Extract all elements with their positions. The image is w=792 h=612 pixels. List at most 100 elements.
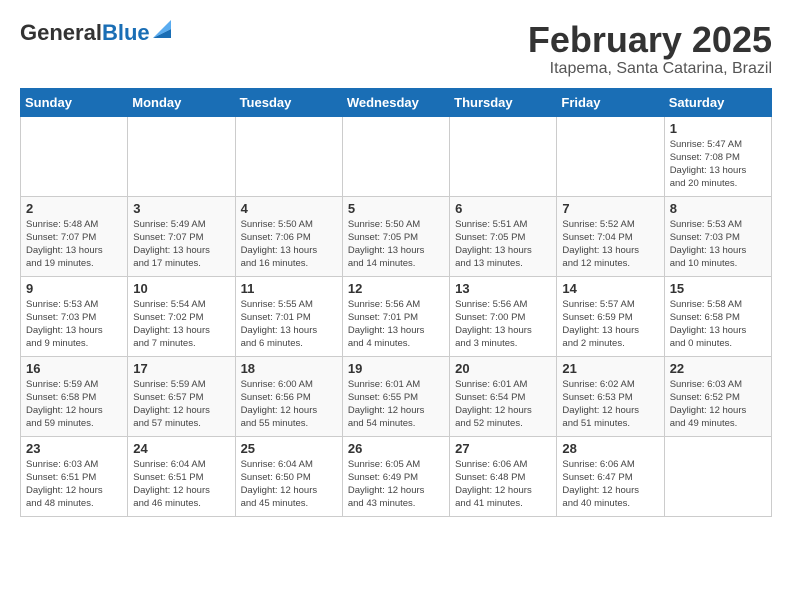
calendar-cell: 28 Sunrise: 6:06 AM Sunset: 6:47 PM Dayli… bbox=[557, 436, 664, 516]
week-row-2: 2 Sunrise: 5:48 AM Sunset: 7:07 PM Daylig… bbox=[21, 196, 772, 276]
day-number: 15 bbox=[670, 281, 766, 296]
day-number: 2 bbox=[26, 201, 122, 216]
calendar-cell: 19Sunrise: 6:01 AM Sunset: 6:55 PM Dayli… bbox=[342, 356, 449, 436]
logo-blue-text: Blue bbox=[102, 20, 150, 46]
weekday-header-saturday: Saturday bbox=[664, 88, 771, 116]
day-number: 17 bbox=[133, 361, 229, 376]
week-row-1: 1 Sunrise: 5:47 AM Sunset: 7:08 PM Daylig… bbox=[21, 116, 772, 196]
weekday-header-thursday: Thursday bbox=[450, 88, 557, 116]
calendar-cell: 3 Sunrise: 5:49 AM Sunset: 7:07 PM Daylig… bbox=[128, 196, 235, 276]
week-row-5: 23 Sunrise: 6:03 AM Sunset: 6:51 PM Dayli… bbox=[21, 436, 772, 516]
calendar-cell: 26 Sunrise: 6:05 AM Sunset: 6:49 PM Dayli… bbox=[342, 436, 449, 516]
calendar-cell: 8 Sunrise: 5:53 AM Sunset: 7:03 PM Daylig… bbox=[664, 196, 771, 276]
day-number: 21 bbox=[562, 361, 658, 376]
day-info: Sunrise: 5:49 AM Sunset: 7:07 PM Dayligh… bbox=[133, 218, 229, 271]
day-info: Sunrise: 5:56 AM Sunset: 7:01 PM Dayligh… bbox=[348, 298, 444, 351]
day-number: 4 bbox=[241, 201, 337, 216]
calendar-cell: 5 Sunrise: 5:50 AM Sunset: 7:05 PM Daylig… bbox=[342, 196, 449, 276]
calendar-cell: 21 Sunrise: 6:02 AM Sunset: 6:53 PM Dayli… bbox=[557, 356, 664, 436]
day-number: 3 bbox=[133, 201, 229, 216]
day-number: 19 bbox=[348, 361, 444, 376]
calendar-cell: 15 Sunrise: 5:58 AM Sunset: 6:58 PM Dayli… bbox=[664, 276, 771, 356]
day-info: Sunrise: 5:48 AM Sunset: 7:07 PM Dayligh… bbox=[26, 218, 122, 271]
calendar-cell: 20 Sunrise: 6:01 AM Sunset: 6:54 PM Dayli… bbox=[450, 356, 557, 436]
calendar-cell bbox=[128, 116, 235, 196]
day-info: Sunrise: 5:51 AM Sunset: 7:05 PM Dayligh… bbox=[455, 218, 551, 271]
day-info: Sunrise: 6:06 AM Sunset: 6:47 PM Dayligh… bbox=[562, 458, 658, 511]
logo-icon bbox=[153, 20, 171, 43]
calendar-cell: 6 Sunrise: 5:51 AM Sunset: 7:05 PM Daylig… bbox=[450, 196, 557, 276]
day-number: 5 bbox=[348, 201, 444, 216]
day-info: Sunrise: 5:59 AM Sunset: 6:58 PM Dayligh… bbox=[26, 378, 122, 431]
day-info: Sunrise: 6:03 AM Sunset: 6:52 PM Dayligh… bbox=[670, 378, 766, 431]
day-number: 13 bbox=[455, 281, 551, 296]
day-number: 12 bbox=[348, 281, 444, 296]
day-number: 7 bbox=[562, 201, 658, 216]
day-info: Sunrise: 6:05 AM Sunset: 6:49 PM Dayligh… bbox=[348, 458, 444, 511]
day-number: 24 bbox=[133, 441, 229, 456]
day-info: Sunrise: 6:01 AM Sunset: 6:54 PM Dayligh… bbox=[455, 378, 551, 431]
calendar-cell bbox=[21, 116, 128, 196]
weekday-header-row: SundayMondayTuesdayWednesdayThursdayFrid… bbox=[21, 88, 772, 116]
day-number: 23 bbox=[26, 441, 122, 456]
calendar-cell bbox=[664, 436, 771, 516]
day-number: 10 bbox=[133, 281, 229, 296]
week-row-3: 9 Sunrise: 5:53 AM Sunset: 7:03 PM Daylig… bbox=[21, 276, 772, 356]
logo: General Blue bbox=[20, 20, 171, 46]
day-number: 22 bbox=[670, 361, 766, 376]
calendar-cell: 17 Sunrise: 5:59 AM Sunset: 6:57 PM Dayli… bbox=[128, 356, 235, 436]
week-row-4: 16Sunrise: 5:59 AM Sunset: 6:58 PM Dayli… bbox=[21, 356, 772, 436]
location-text: Itapema, Santa Catarina, Brazil bbox=[528, 60, 772, 78]
day-info: Sunrise: 5:56 AM Sunset: 7:00 PM Dayligh… bbox=[455, 298, 551, 351]
day-info: Sunrise: 6:00 AM Sunset: 6:56 PM Dayligh… bbox=[241, 378, 337, 431]
day-number: 1 bbox=[670, 121, 766, 136]
calendar-cell: 22 Sunrise: 6:03 AM Sunset: 6:52 PM Dayli… bbox=[664, 356, 771, 436]
calendar-cell: 18 Sunrise: 6:00 AM Sunset: 6:56 PM Dayli… bbox=[235, 356, 342, 436]
calendar-cell bbox=[450, 116, 557, 196]
day-info: Sunrise: 6:04 AM Sunset: 6:50 PM Dayligh… bbox=[241, 458, 337, 511]
day-info: Sunrise: 5:50 AM Sunset: 7:05 PM Dayligh… bbox=[348, 218, 444, 271]
page-header: General Blue February 2025 Itapema, Sant… bbox=[20, 20, 772, 78]
weekday-header-friday: Friday bbox=[557, 88, 664, 116]
calendar-cell: 10Sunrise: 5:54 AM Sunset: 7:02 PM Dayli… bbox=[128, 276, 235, 356]
day-info: Sunrise: 5:53 AM Sunset: 7:03 PM Dayligh… bbox=[670, 218, 766, 271]
logo-general-text: General bbox=[20, 20, 102, 46]
day-info: Sunrise: 6:02 AM Sunset: 6:53 PM Dayligh… bbox=[562, 378, 658, 431]
calendar-cell: 1 Sunrise: 5:47 AM Sunset: 7:08 PM Daylig… bbox=[664, 116, 771, 196]
calendar-cell: 11 Sunrise: 5:55 AM Sunset: 7:01 PM Dayli… bbox=[235, 276, 342, 356]
calendar-cell: 16Sunrise: 5:59 AM Sunset: 6:58 PM Dayli… bbox=[21, 356, 128, 436]
day-number: 8 bbox=[670, 201, 766, 216]
day-info: Sunrise: 5:52 AM Sunset: 7:04 PM Dayligh… bbox=[562, 218, 658, 271]
day-number: 9 bbox=[26, 281, 122, 296]
calendar-cell: 24 Sunrise: 6:04 AM Sunset: 6:51 PM Dayli… bbox=[128, 436, 235, 516]
day-info: Sunrise: 5:58 AM Sunset: 6:58 PM Dayligh… bbox=[670, 298, 766, 351]
calendar-cell: 27Sunrise: 6:06 AM Sunset: 6:48 PM Dayli… bbox=[450, 436, 557, 516]
calendar-cell: 2 Sunrise: 5:48 AM Sunset: 7:07 PM Daylig… bbox=[21, 196, 128, 276]
day-info: Sunrise: 5:50 AM Sunset: 7:06 PM Dayligh… bbox=[241, 218, 337, 271]
calendar-cell: 13 Sunrise: 5:56 AM Sunset: 7:00 PM Dayli… bbox=[450, 276, 557, 356]
month-title: February 2025 bbox=[528, 20, 772, 60]
day-number: 14 bbox=[562, 281, 658, 296]
calendar-cell bbox=[342, 116, 449, 196]
day-number: 6 bbox=[455, 201, 551, 216]
calendar-cell bbox=[235, 116, 342, 196]
calendar-cell: 9 Sunrise: 5:53 AM Sunset: 7:03 PM Daylig… bbox=[21, 276, 128, 356]
title-section: February 2025 Itapema, Santa Catarina, B… bbox=[528, 20, 772, 78]
day-info: Sunrise: 5:55 AM Sunset: 7:01 PM Dayligh… bbox=[241, 298, 337, 351]
calendar-cell: 4 Sunrise: 5:50 AM Sunset: 7:06 PM Daylig… bbox=[235, 196, 342, 276]
calendar-cell: 12 Sunrise: 5:56 AM Sunset: 7:01 PM Dayli… bbox=[342, 276, 449, 356]
day-info: Sunrise: 6:06 AM Sunset: 6:48 PM Dayligh… bbox=[455, 458, 551, 511]
day-info: Sunrise: 6:04 AM Sunset: 6:51 PM Dayligh… bbox=[133, 458, 229, 511]
day-info: Sunrise: 5:53 AM Sunset: 7:03 PM Dayligh… bbox=[26, 298, 122, 351]
day-info: Sunrise: 5:57 AM Sunset: 6:59 PM Dayligh… bbox=[562, 298, 658, 351]
calendar-cell: 25 Sunrise: 6:04 AM Sunset: 6:50 PM Dayli… bbox=[235, 436, 342, 516]
day-number: 25 bbox=[241, 441, 337, 456]
day-number: 20 bbox=[455, 361, 551, 376]
day-info: Sunrise: 5:59 AM Sunset: 6:57 PM Dayligh… bbox=[133, 378, 229, 431]
day-info: Sunrise: 5:47 AM Sunset: 7:08 PM Dayligh… bbox=[670, 138, 766, 191]
day-number: 28 bbox=[562, 441, 658, 456]
day-number: 18 bbox=[241, 361, 337, 376]
day-info: Sunrise: 6:03 AM Sunset: 6:51 PM Dayligh… bbox=[26, 458, 122, 511]
day-number: 11 bbox=[241, 281, 337, 296]
day-number: 26 bbox=[348, 441, 444, 456]
